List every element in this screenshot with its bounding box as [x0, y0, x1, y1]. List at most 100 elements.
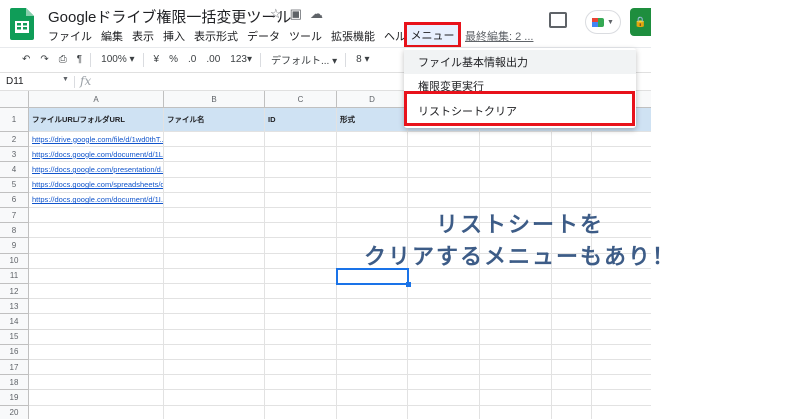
cell[interactable] — [337, 405, 408, 419]
cell[interactable] — [592, 147, 651, 163]
meet-button[interactable]: ▼ — [585, 10, 621, 34]
undo-icon[interactable]: ↶ — [22, 54, 30, 65]
select-all-corner[interactable] — [0, 91, 29, 108]
cell[interactable] — [164, 360, 265, 376]
cell[interactable] — [480, 329, 552, 345]
cell[interactable] — [337, 162, 408, 178]
column-header[interactable]: A — [29, 91, 164, 108]
cell[interactable] — [408, 284, 480, 300]
cell[interactable] — [265, 329, 337, 345]
cell[interactable] — [408, 192, 480, 208]
menu-edit[interactable]: 編集 — [101, 28, 123, 44]
url-link-cell[interactable]: https://docs.google.com/spreadsheets/d..… — [29, 177, 164, 193]
row-header[interactable]: 14 — [0, 314, 29, 330]
cell[interactable] — [592, 390, 651, 406]
column-header[interactable]: C — [265, 91, 337, 108]
cell[interactable] — [337, 177, 408, 193]
url-link-cell[interactable]: https://docs.google.com/document/d/1L... — [29, 147, 164, 163]
cloud-status-icon[interactable]: ☁ — [310, 6, 323, 22]
cell[interactable] — [408, 268, 480, 284]
url-link-cell[interactable]: https://docs.google.com/presentation/d..… — [29, 162, 164, 178]
paint-format-icon[interactable]: ¶ — [77, 54, 82, 65]
font-size-select[interactable]: 8 ▾ — [356, 54, 369, 65]
row-header[interactable]: 6 — [0, 192, 29, 208]
menu-tools[interactable]: ツール — [289, 28, 322, 44]
cell[interactable] — [337, 147, 408, 163]
cell[interactable] — [265, 299, 337, 315]
cell[interactable] — [265, 192, 337, 208]
print-icon[interactable]: ⎙ — [59, 54, 67, 65]
cell[interactable] — [164, 405, 265, 419]
cell[interactable] — [408, 344, 480, 360]
cell[interactable] — [337, 314, 408, 330]
cell[interactable] — [592, 162, 651, 178]
cell[interactable] — [480, 360, 552, 376]
cell[interactable] — [592, 314, 651, 330]
cell[interactable] — [552, 390, 592, 406]
cell[interactable] — [480, 299, 552, 315]
header-cell[interactable]: ID — [265, 108, 337, 132]
cell[interactable] — [265, 177, 337, 193]
cell[interactable] — [164, 162, 265, 178]
cell[interactable] — [164, 192, 265, 208]
cell[interactable] — [480, 132, 552, 148]
cell[interactable] — [552, 375, 592, 391]
cell[interactable] — [29, 329, 164, 345]
cell[interactable] — [552, 405, 592, 419]
cell[interactable] — [408, 132, 480, 148]
cell[interactable] — [29, 284, 164, 300]
cell[interactable] — [164, 284, 265, 300]
menu-item-export-info[interactable]: ファイル基本情報出力 — [404, 50, 636, 74]
cell[interactable] — [408, 390, 480, 406]
cell[interactable] — [408, 299, 480, 315]
zoom-select[interactable]: 100% ▾ — [101, 54, 134, 65]
cell[interactable] — [29, 344, 164, 360]
cell[interactable] — [408, 360, 480, 376]
cell[interactable] — [480, 284, 552, 300]
cell[interactable] — [164, 314, 265, 330]
cell[interactable] — [480, 147, 552, 163]
cell[interactable] — [337, 284, 408, 300]
cell[interactable] — [164, 177, 265, 193]
cell[interactable] — [552, 192, 592, 208]
cell[interactable] — [592, 406, 651, 419]
cell[interactable] — [265, 147, 337, 163]
cell[interactable] — [592, 284, 651, 300]
sheets-logo[interactable] — [10, 8, 34, 40]
cell[interactable] — [480, 375, 552, 391]
row-header[interactable]: 19 — [0, 390, 29, 406]
row-header[interactable]: 15 — [0, 329, 29, 345]
cell[interactable] — [408, 375, 480, 391]
cell[interactable] — [265, 132, 337, 148]
cell[interactable] — [164, 344, 265, 360]
more-formats-button[interactable]: 123▾ — [230, 54, 252, 65]
fill-handle[interactable] — [406, 282, 411, 287]
column-header[interactable]: B — [164, 91, 265, 108]
menu-custom[interactable]: メニュー — [404, 22, 461, 48]
cell[interactable] — [337, 360, 408, 376]
menu-data[interactable]: データ — [247, 28, 280, 44]
cell[interactable] — [29, 375, 164, 391]
cell[interactable] — [164, 375, 265, 391]
cell[interactable] — [480, 405, 552, 419]
cell[interactable] — [337, 192, 408, 208]
cell[interactable] — [592, 375, 651, 391]
cell[interactable] — [552, 268, 592, 284]
cell[interactable] — [29, 268, 164, 284]
row-header[interactable]: 3 — [0, 147, 29, 163]
cell[interactable] — [408, 329, 480, 345]
cell[interactable] — [408, 177, 480, 193]
cell[interactable] — [164, 329, 265, 345]
cell[interactable] — [552, 284, 592, 300]
cell[interactable] — [265, 344, 337, 360]
cell[interactable] — [552, 132, 592, 148]
url-link-cell[interactable]: https://drive.google.com/file/d/1wd0thT.… — [29, 132, 164, 148]
cell[interactable] — [552, 344, 592, 360]
header-cell[interactable]: ファイル名 — [164, 108, 265, 132]
header-cell[interactable]: 形式 — [337, 108, 408, 132]
cell[interactable] — [592, 132, 651, 148]
cell[interactable] — [164, 268, 265, 284]
cell[interactable] — [408, 162, 480, 178]
cell[interactable] — [265, 284, 337, 300]
cell[interactable] — [592, 178, 651, 193]
